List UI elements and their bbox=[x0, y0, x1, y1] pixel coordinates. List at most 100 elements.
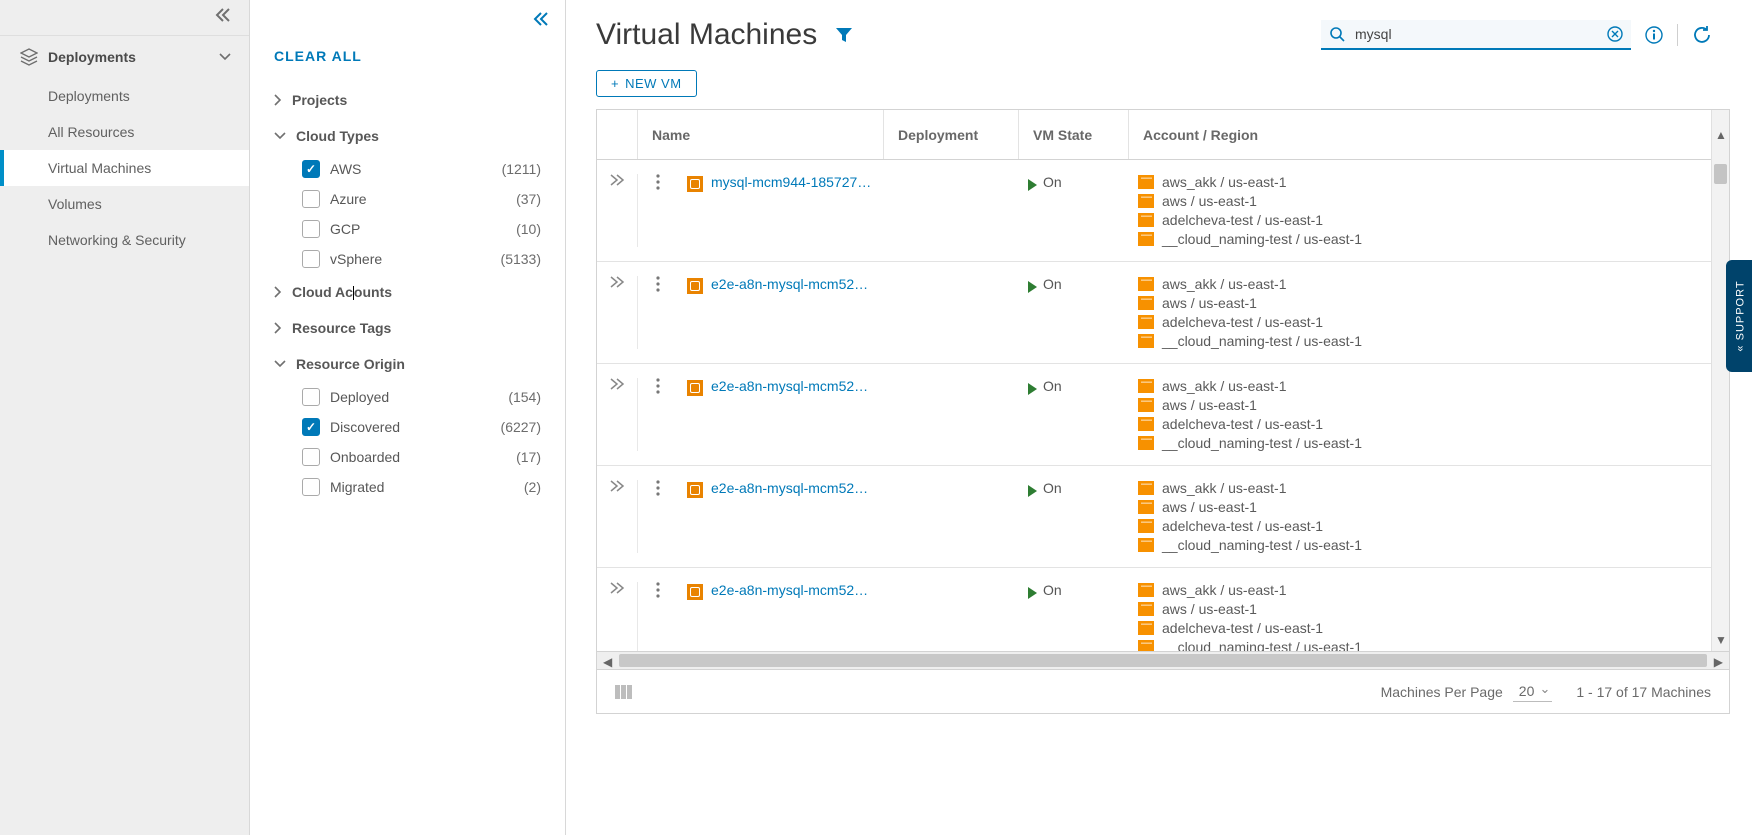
account-region-text: aws / us-east-1 bbox=[1162, 397, 1257, 413]
state-text: On bbox=[1043, 582, 1062, 598]
support-label: « SUPPORT bbox=[1735, 280, 1747, 351]
filter-icon[interactable] bbox=[835, 26, 853, 44]
expand-row-icon[interactable] bbox=[597, 582, 637, 651]
scrollbar-thumb[interactable] bbox=[1714, 164, 1727, 184]
nav-item-volumes[interactable]: Volumes bbox=[0, 186, 249, 222]
col-name[interactable]: Name bbox=[637, 110, 883, 159]
filter-item-label: Azure bbox=[330, 191, 367, 207]
vertical-scrollbar[interactable]: ▲ bbox=[1711, 110, 1729, 160]
filter-item-aws[interactable]: AWS(1211) bbox=[274, 154, 541, 184]
new-vm-button[interactable]: + NEW VM bbox=[596, 70, 697, 97]
scroll-down-icon[interactable]: ▼ bbox=[1715, 633, 1727, 647]
nav-section-deployments[interactable]: Deployments bbox=[0, 35, 249, 78]
filter-group-cloud-accounts[interactable]: Cloud Acounts bbox=[274, 274, 541, 310]
account-region-text: __cloud_naming-test / us-east-1 bbox=[1162, 333, 1362, 349]
filter-item-migrated[interactable]: Migrated(2) bbox=[274, 472, 541, 502]
filter-item-vsphere[interactable]: vSphere(5133) bbox=[274, 244, 541, 274]
filter-item-deployed[interactable]: Deployed(154) bbox=[274, 382, 541, 412]
row-actions-icon[interactable] bbox=[637, 378, 677, 451]
expand-row-icon[interactable] bbox=[597, 174, 637, 247]
checkbox[interactable] bbox=[302, 388, 320, 406]
chevron-down-icon bbox=[274, 132, 286, 140]
vm-icon bbox=[687, 584, 703, 600]
scroll-right-icon[interactable]: ▶ bbox=[1714, 655, 1723, 669]
collapse-filter-panel-icon[interactable] bbox=[533, 12, 549, 26]
text-cursor-icon bbox=[353, 286, 354, 300]
filter-item-onboarded[interactable]: Onboarded(17) bbox=[274, 442, 541, 472]
vm-icon bbox=[687, 278, 703, 294]
horizontal-scrollbar[interactable]: ◀ ▶ bbox=[597, 651, 1729, 669]
aws-icon bbox=[1138, 194, 1154, 208]
per-page-select[interactable]: 20 bbox=[1513, 681, 1553, 702]
col-account-region[interactable]: Account / Region bbox=[1128, 110, 1729, 159]
expand-row-icon[interactable] bbox=[597, 480, 637, 553]
filter-group-cloud-types[interactable]: Cloud Types bbox=[274, 118, 541, 154]
filter-item-azure[interactable]: Azure(37) bbox=[274, 184, 541, 214]
aws-icon bbox=[1138, 621, 1154, 635]
cell-deployment bbox=[883, 378, 1018, 451]
state-running-icon bbox=[1028, 179, 1037, 191]
column-picker-icon[interactable] bbox=[615, 685, 633, 699]
expand-row-icon[interactable] bbox=[597, 276, 637, 349]
checkbox[interactable] bbox=[302, 418, 320, 436]
row-actions-icon[interactable] bbox=[637, 276, 677, 349]
col-deployment[interactable]: Deployment bbox=[883, 110, 1018, 159]
row-actions-icon[interactable] bbox=[637, 174, 677, 247]
filter-group-projects[interactable]: Projects bbox=[274, 82, 541, 118]
vm-name-link[interactable]: e2e-a8n-mysql-mcm52… bbox=[711, 582, 868, 598]
aws-icon bbox=[1138, 519, 1154, 533]
filter-item-label: Discovered bbox=[330, 419, 400, 435]
col-vm-state[interactable]: VM State bbox=[1018, 110, 1128, 159]
clear-search-icon[interactable] bbox=[1607, 26, 1623, 42]
filter-group-label: Cloud Acounts bbox=[292, 284, 392, 300]
expand-row-icon[interactable] bbox=[597, 378, 637, 451]
search-box[interactable] bbox=[1321, 20, 1631, 50]
filter-group-resource-origin[interactable]: Resource Origin bbox=[274, 346, 541, 382]
filter-item-label: AWS bbox=[330, 161, 361, 177]
checkbox[interactable] bbox=[302, 160, 320, 178]
nav-item-deployments[interactable]: Deployments bbox=[0, 78, 249, 114]
vm-icon bbox=[687, 482, 703, 498]
vm-name-link[interactable]: e2e-a8n-mysql-mcm52… bbox=[711, 276, 868, 292]
row-actions-icon[interactable] bbox=[637, 582, 677, 651]
nav-item-all-resources[interactable]: All Resources bbox=[0, 114, 249, 150]
state-text: On bbox=[1043, 276, 1062, 292]
nav-item-virtual-machines[interactable]: Virtual Machines bbox=[0, 150, 249, 186]
checkbox[interactable] bbox=[302, 190, 320, 208]
vm-name-link[interactable]: e2e-a8n-mysql-mcm52… bbox=[711, 480, 868, 496]
chevron-right-icon bbox=[274, 286, 282, 298]
account-region-entry: adelcheva-test / us-east-1 bbox=[1138, 620, 1719, 636]
vm-name-link[interactable]: mysql-mcm944-185727… bbox=[711, 174, 871, 190]
row-actions-icon[interactable] bbox=[637, 480, 677, 553]
vertical-scrollbar-body[interactable]: ▼ bbox=[1711, 160, 1729, 651]
nav-item-networking-security[interactable]: Networking & Security bbox=[0, 222, 249, 258]
vm-grid: Name Deployment VM State Account / Regio… bbox=[596, 109, 1730, 714]
page-title: Virtual Machines bbox=[596, 18, 817, 52]
collapse-left-nav-icon[interactable] bbox=[215, 8, 231, 35]
checkbox[interactable] bbox=[302, 250, 320, 268]
filter-item-label: vSphere bbox=[330, 251, 382, 267]
refresh-icon[interactable] bbox=[1692, 25, 1712, 45]
hscroll-thumb[interactable] bbox=[619, 654, 1707, 667]
cell-deployment bbox=[883, 174, 1018, 247]
info-icon[interactable] bbox=[1645, 26, 1663, 44]
state-running-icon bbox=[1028, 281, 1037, 293]
filter-item-gcp[interactable]: GCP(10) bbox=[274, 214, 541, 244]
scroll-left-icon[interactable]: ◀ bbox=[603, 655, 612, 669]
support-tab[interactable]: « SUPPORT bbox=[1726, 260, 1752, 372]
state-text: On bbox=[1043, 480, 1062, 496]
checkbox[interactable] bbox=[302, 448, 320, 466]
account-region-text: __cloud_naming-test / us-east-1 bbox=[1162, 435, 1362, 451]
main-content: Virtual Machines + NEW VM bbox=[566, 0, 1752, 835]
filter-group-resource-tags[interactable]: Resource Tags bbox=[274, 310, 541, 346]
search-input[interactable] bbox=[1353, 25, 1599, 43]
checkbox[interactable] bbox=[302, 478, 320, 496]
filter-group-label: Resource Origin bbox=[296, 356, 405, 372]
filter-item-discovered[interactable]: Discovered(6227) bbox=[274, 412, 541, 442]
checkbox[interactable] bbox=[302, 220, 320, 238]
vm-name-link[interactable]: e2e-a8n-mysql-mcm52… bbox=[711, 378, 868, 394]
filter-group-label: Projects bbox=[292, 92, 347, 108]
account-region-entry: adelcheva-test / us-east-1 bbox=[1138, 212, 1719, 228]
scroll-up-icon[interactable]: ▲ bbox=[1715, 128, 1727, 142]
clear-all-button[interactable]: CLEAR ALL bbox=[274, 0, 541, 82]
